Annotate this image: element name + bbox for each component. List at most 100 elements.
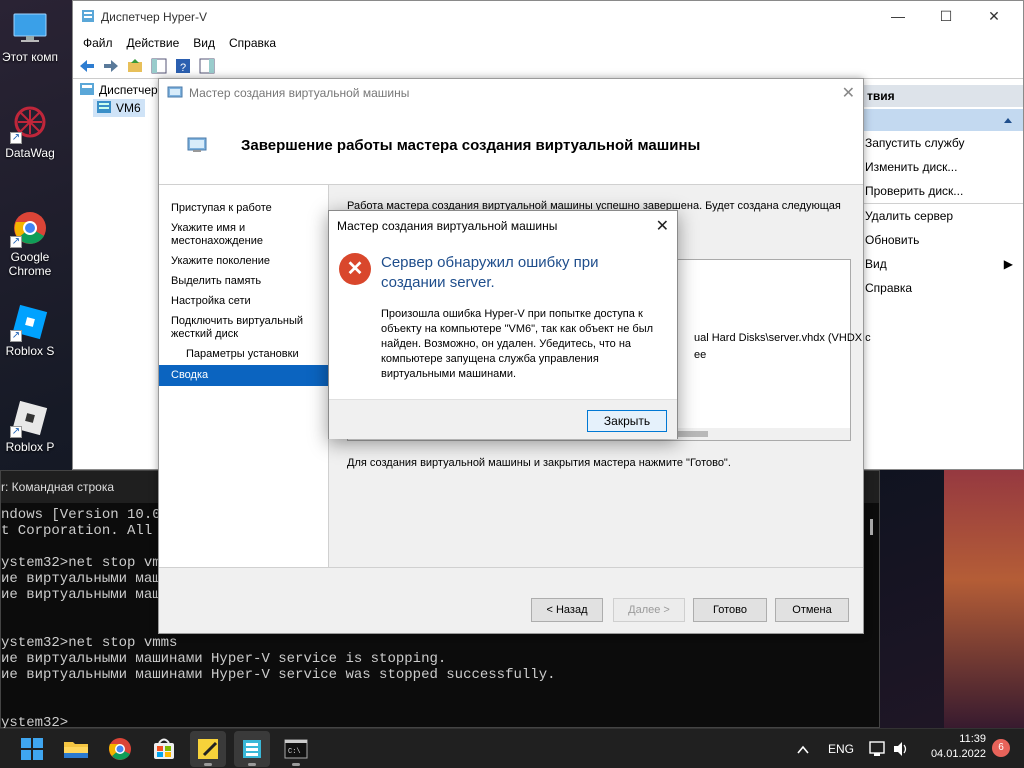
language-indicator[interactable]: ENG (828, 729, 854, 768)
action-edit-disk[interactable]: Изменить диск... (863, 155, 1023, 179)
cmd-line: ystem32>net stop vmms (1, 635, 178, 651)
desktop-icon-roblox-player[interactable]: ↗ Roblox P (2, 398, 58, 454)
close-button[interactable]: Закрыть (587, 410, 667, 432)
clock[interactable]: 11:39 04.01.2022 (931, 732, 986, 762)
roblox-player-icon: ↗ (10, 398, 50, 438)
error-dialog-title: Мастер создания виртуальной машины (337, 219, 558, 233)
chevron-up-icon[interactable] (796, 729, 810, 768)
tree-root[interactable]: Диспетчер (73, 81, 158, 99)
svg-text:C:\: C:\ (288, 748, 301, 756)
wizard-footer: < Назад Далее > Готово Отмена (159, 567, 863, 633)
step-name-location[interactable]: Укажите имя и местонахождение (159, 219, 328, 252)
tree-server-label: VM6 (116, 101, 141, 115)
desktop-icon-label: Google Chrome (8, 250, 52, 278)
wizard-header: Завершение работы мастера создания вирту… (159, 107, 863, 185)
cmd-line (1, 683, 879, 699)
action-remove-server[interactable]: Удалить сервер (863, 204, 1023, 228)
action-start-service[interactable]: Запустить службу (863, 131, 1023, 155)
menu-action[interactable]: Действие (127, 36, 180, 50)
desktop-icon-datawag[interactable]: ↗ DataWag (2, 104, 58, 160)
error-footer: Закрыть (329, 399, 677, 439)
finish-hint: Для создания виртуальной машины и закрыт… (347, 457, 731, 469)
summary-line: ual Hard Disks\server.vhdx (VHDX с (694, 332, 871, 344)
actions-pane: твия Запустить службу Изменить диск... П… (863, 85, 1023, 469)
hyperv-titlebar[interactable]: Диспетчер Hyper-V — ☐ ✕ (73, 1, 1023, 33)
desktop-icon-chrome[interactable]: ↗ Google Chrome (2, 208, 58, 278)
datawag-icon: ↗ (10, 104, 50, 144)
error-heading: Сервер обнаружил ошибку при создании ser… (381, 254, 599, 291)
minimize-button[interactable]: — (875, 1, 921, 31)
terminal-icon[interactable]: C:\ (278, 731, 314, 767)
menu-view[interactable]: Вид (193, 36, 215, 50)
svg-text:?: ? (180, 62, 186, 74)
step-virtual-disk[interactable]: Подключить виртуальный жесткий диск (159, 312, 328, 345)
action-view-label: Вид (865, 257, 887, 271)
step-generation[interactable]: Укажите поколение (159, 252, 328, 272)
cmd-scrollbar[interactable] (870, 519, 873, 535)
step-install-options[interactable]: Параметры установки (159, 345, 328, 365)
action-view[interactable]: Вид ▶ (863, 252, 1023, 276)
hyperv-tree: Диспетчер VM6 (73, 81, 159, 469)
desktop-icon-this-pc[interactable]: Этот компьютер (2, 8, 58, 64)
action-refresh[interactable]: Обновить (863, 228, 1023, 252)
computer-icon (10, 8, 50, 48)
summary-line: ее (694, 349, 707, 361)
step-networking[interactable]: Настройка сети (159, 292, 328, 312)
desktop-icon-roblox-studio[interactable]: ↗ Roblox S (2, 302, 58, 358)
step-memory[interactable]: Выделить память (159, 272, 328, 292)
forward-arrow-icon[interactable] (101, 56, 121, 76)
chrome-icon: ↗ (10, 208, 50, 248)
maximize-button[interactable]: ☐ (923, 1, 969, 31)
desktop-icon-label: Roblox S (5, 344, 55, 358)
store-icon[interactable] (146, 731, 182, 767)
vm-monitor-icon (187, 137, 207, 156)
wizard-titlebar[interactable]: Мастер создания виртуальной машины ✕ (159, 79, 863, 107)
cmd-line: ие виртуальными машинами Hyper-V service… (1, 667, 556, 683)
hyperv-manager-icon[interactable] (234, 731, 270, 767)
back-arrow-icon[interactable] (77, 56, 97, 76)
help-icon[interactable]: ? (173, 56, 193, 76)
running-indicator (292, 763, 300, 766)
actions-group-header[interactable] (863, 109, 1023, 131)
wizard-heading: Завершение работы мастера создания вирту… (241, 137, 701, 154)
show-action-pane-icon[interactable] (197, 56, 217, 76)
action-inspect-disk[interactable]: Проверить диск... (863, 179, 1023, 203)
back-button[interactable]: < Назад (531, 598, 603, 622)
volume-icon[interactable] (892, 729, 910, 768)
tree-server-vm6[interactable]: VM6 (93, 99, 145, 117)
file-explorer-icon[interactable] (58, 731, 94, 767)
tree-root-label: Диспетчер (99, 83, 158, 97)
error-icon: ✕ (339, 253, 371, 285)
collapse-up-icon[interactable] (1003, 114, 1013, 128)
network-icon[interactable] (868, 729, 886, 768)
start-icon[interactable] (14, 731, 50, 767)
step-getting-started[interactable]: Приступая к работе (159, 199, 328, 219)
finish-button[interactable]: Готово (693, 598, 767, 622)
close-icon[interactable]: ✕ (842, 83, 855, 103)
show-hide-tree-icon[interactable] (149, 56, 169, 76)
error-message: Произошла ошибка Hyper-V при попытке дос… (381, 308, 654, 380)
hyperv-menubar: Файл Действие Вид Справка (73, 33, 1023, 53)
menu-file[interactable]: Файл (83, 36, 113, 50)
close-icon[interactable]: ✕ (656, 216, 669, 236)
clock-time: 11:39 (959, 733, 986, 745)
action-help[interactable]: Справка (863, 276, 1023, 300)
next-button[interactable]: Далее > (613, 598, 685, 622)
wizard-app-icon (167, 86, 183, 101)
step-summary[interactable]: Сводка (159, 365, 328, 386)
cmd-line: ие виртуальными машинами Hyper-V service… (1, 651, 447, 667)
desktop-icon-label: DataWag (5, 146, 55, 160)
menu-help[interactable]: Справка (229, 36, 276, 50)
up-folder-icon[interactable] (125, 56, 145, 76)
cmd-line (1, 699, 879, 715)
actions-header: твия (863, 85, 1023, 107)
desktop-icon-label: Roblox P (5, 440, 55, 454)
hyperv-app-icon (81, 9, 95, 26)
chrome-icon[interactable] (102, 731, 138, 767)
notification-badge[interactable]: 6 (992, 739, 1010, 757)
sticky-notes-icon[interactable] (190, 731, 226, 767)
server-icon (96, 100, 112, 117)
roblox-studio-icon: ↗ (10, 302, 50, 342)
cancel-button[interactable]: Отмена (775, 598, 849, 622)
close-button[interactable]: ✕ (971, 1, 1017, 31)
